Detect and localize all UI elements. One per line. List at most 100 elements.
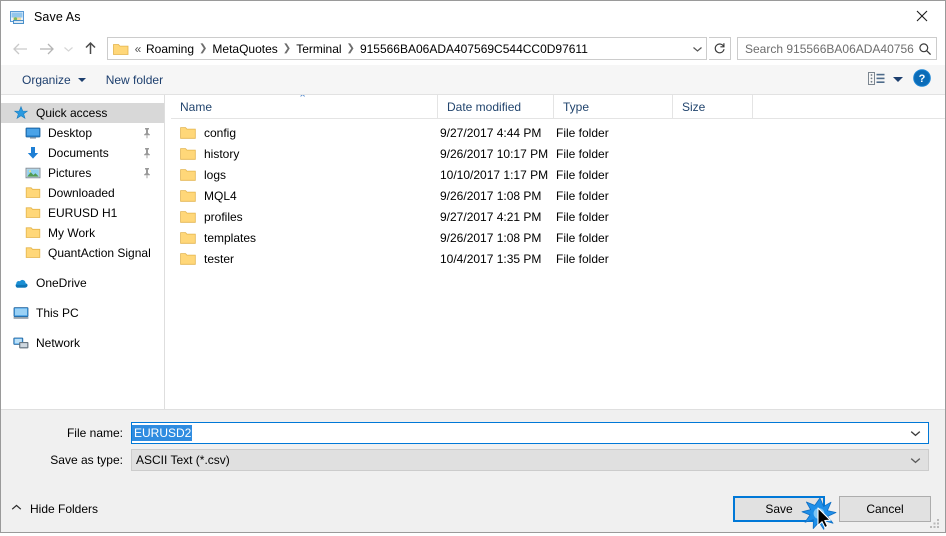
hide-folders-label: Hide Folders — [30, 502, 99, 516]
file-name-label: profiles — [204, 209, 243, 224]
column-header-label: Date modified — [447, 99, 522, 114]
column-header-date-modified[interactable]: Date modified — [438, 95, 554, 118]
sidebar-item-quantaction-signal[interactable]: QuantAction Signal — [1, 243, 164, 263]
sidebar-item-desktop[interactable]: Desktop — [1, 123, 164, 143]
column-header-name[interactable]: Name ⌃ — [171, 95, 438, 118]
breadcrumb-separator[interactable]: ❯ — [345, 43, 357, 54]
table-row[interactable]: history 9/26/2017 10:17 PM File folder — [171, 143, 945, 164]
file-type-cell: File folder — [556, 188, 609, 203]
search-box[interactable]: Search 915566BA06ADA40756... — [737, 37, 937, 60]
change-view-button[interactable] — [864, 68, 907, 92]
file-name-input[interactable]: EURUSD2 — [131, 422, 929, 444]
sidebar-item-pictures[interactable]: Pictures — [1, 163, 164, 183]
file-name-label: history — [204, 146, 240, 161]
sidebar-splitter[interactable] — [164, 95, 171, 409]
sidebar-item-label: QuantAction Signal — [48, 246, 151, 260]
table-row[interactable]: templates 9/26/2017 1:08 PM File folder — [171, 227, 945, 248]
breadcrumb: « Roaming ❯ MetaQuotes ❯ Terminal ❯ 9155… — [133, 42, 688, 56]
navigation-sidebar: Quick access Desktop Documents Pictures … — [1, 95, 164, 409]
address-bar[interactable]: « Roaming ❯ MetaQuotes ❯ Terminal ❯ 9155… — [107, 37, 707, 60]
sidebar-item-label: Downloaded — [48, 186, 115, 200]
file-date-cell: 9/26/2017 1:08 PM — [440, 188, 542, 203]
file-date-cell: 10/10/2017 1:17 PM — [440, 167, 549, 182]
pin-icon[interactable] — [142, 167, 152, 179]
file-type-cell: File folder — [556, 146, 609, 161]
file-list-pane: Name ⌃ Date modified Type Size config 9/… — [171, 95, 945, 409]
column-header-type[interactable]: Type — [554, 95, 673, 118]
refresh-icon[interactable] — [709, 37, 731, 60]
file-name-cell: history — [171, 147, 438, 161]
sidebar-item-label: Documents — [48, 146, 109, 160]
search-input[interactable]: Search 915566BA06ADA40756... — [738, 42, 914, 56]
breadcrumb-item-terminal[interactable]: Terminal — [293, 42, 344, 56]
chevron-down-icon[interactable] — [910, 426, 921, 440]
file-date-cell: 10/4/2017 1:35 PM — [440, 251, 542, 266]
column-header-size[interactable]: Size — [673, 95, 753, 118]
sidebar-item-label: My Work — [48, 226, 96, 240]
breadcrumb-separator[interactable]: ❯ — [197, 43, 209, 54]
pin-icon[interactable] — [142, 127, 152, 139]
file-rows: config 9/27/2017 4:44 PM File folder his… — [171, 119, 945, 409]
file-name-cell: logs — [171, 168, 438, 182]
sidebar-item-eurusd-h1[interactable]: EURUSD H1 — [1, 203, 164, 223]
table-row[interactable]: config 9/27/2017 4:44 PM File folder — [171, 122, 945, 143]
forward-arrow-icon[interactable] — [33, 36, 59, 62]
chevron-down-icon[interactable] — [688, 38, 706, 59]
save-as-type-label: Save as type: — [50, 453, 123, 467]
sidebar-item-downloaded[interactable]: Downloaded — [1, 183, 164, 203]
help-button[interactable]: ? — [907, 69, 937, 90]
file-name-label: File name: — [66, 426, 123, 440]
recent-locations-chevron-icon[interactable] — [59, 36, 77, 62]
new-folder-button[interactable]: New folder — [99, 68, 170, 92]
breadcrumb-separator[interactable]: ❯ — [281, 43, 293, 54]
window-title: Save As — [34, 9, 81, 24]
breadcrumb-item-metaquotes[interactable]: MetaQuotes — [209, 42, 280, 56]
file-name-row: File name: EURUSD2 — [1, 422, 945, 444]
file-name-cell: profiles — [171, 210, 438, 224]
sidebar-item-quick-access[interactable]: Quick access — [1, 103, 164, 123]
breadcrumb-item-terminal-id[interactable]: 915566BA06ADA407569C544CC0D97611 — [357, 42, 591, 56]
folder-icon — [25, 245, 41, 261]
sidebar-item-label: Desktop — [48, 126, 93, 140]
file-name-cell: templates — [171, 231, 438, 245]
table-row[interactable]: profiles 9/27/2017 4:21 PM File folder — [171, 206, 945, 227]
search-icon[interactable] — [914, 42, 936, 56]
table-row[interactable]: tester 10/4/2017 1:35 PM File folder — [171, 248, 945, 269]
dialog-content: Quick access Desktop Documents Pictures … — [1, 95, 945, 409]
sidebar-item-documents[interactable]: Documents — [1, 143, 164, 163]
sidebar-item-onedrive[interactable]: OneDrive — [1, 273, 164, 293]
table-row[interactable]: logs 10/10/2017 1:17 PM File folder — [171, 164, 945, 185]
command-toolbar: Organize New folder ? — [1, 65, 945, 95]
folder-icon — [180, 168, 196, 182]
breadcrumb-item-roaming[interactable]: Roaming — [143, 42, 197, 56]
hide-folders-button[interactable]: Hide Folders — [11, 502, 98, 516]
organize-button[interactable]: Organize — [15, 68, 93, 92]
folder-icon — [180, 189, 196, 203]
sidebar-item-my-work[interactable]: My Work — [1, 223, 164, 243]
close-button[interactable] — [899, 1, 945, 31]
folder-icon — [180, 147, 196, 161]
resize-grip-icon[interactable] — [929, 517, 941, 529]
back-arrow-icon[interactable] — [7, 36, 33, 62]
sidebar-item-this-pc[interactable]: This PC — [1, 303, 164, 323]
up-arrow-icon[interactable] — [77, 36, 103, 62]
sidebar-item-network[interactable]: Network — [1, 333, 164, 353]
sort-ascending-icon: ⌃ — [298, 95, 308, 105]
file-name-label: MQL4 — [204, 188, 237, 203]
column-headers: Name ⌃ Date modified Type Size — [171, 95, 945, 119]
folder-icon — [25, 225, 41, 241]
cancel-button[interactable]: Cancel — [839, 496, 931, 522]
chevron-down-icon[interactable] — [910, 453, 921, 467]
save-as-type-select[interactable]: ASCII Text (*.csv) — [131, 449, 929, 471]
column-header-label: Name — [180, 99, 213, 114]
folder-icon — [180, 252, 196, 266]
file-name-label: templates — [204, 230, 257, 245]
column-header-label: Size — [682, 99, 706, 114]
pin-icon[interactable] — [142, 147, 152, 159]
breadcrumb-overflow[interactable]: « — [133, 42, 143, 56]
cancel-button-label: Cancel — [866, 502, 904, 516]
table-row[interactable]: MQL4 9/26/2017 1:08 PM File folder — [171, 185, 945, 206]
organize-label: Organize — [22, 72, 71, 87]
new-folder-label: New folder — [105, 72, 164, 87]
save-button[interactable]: Save — [733, 496, 825, 522]
